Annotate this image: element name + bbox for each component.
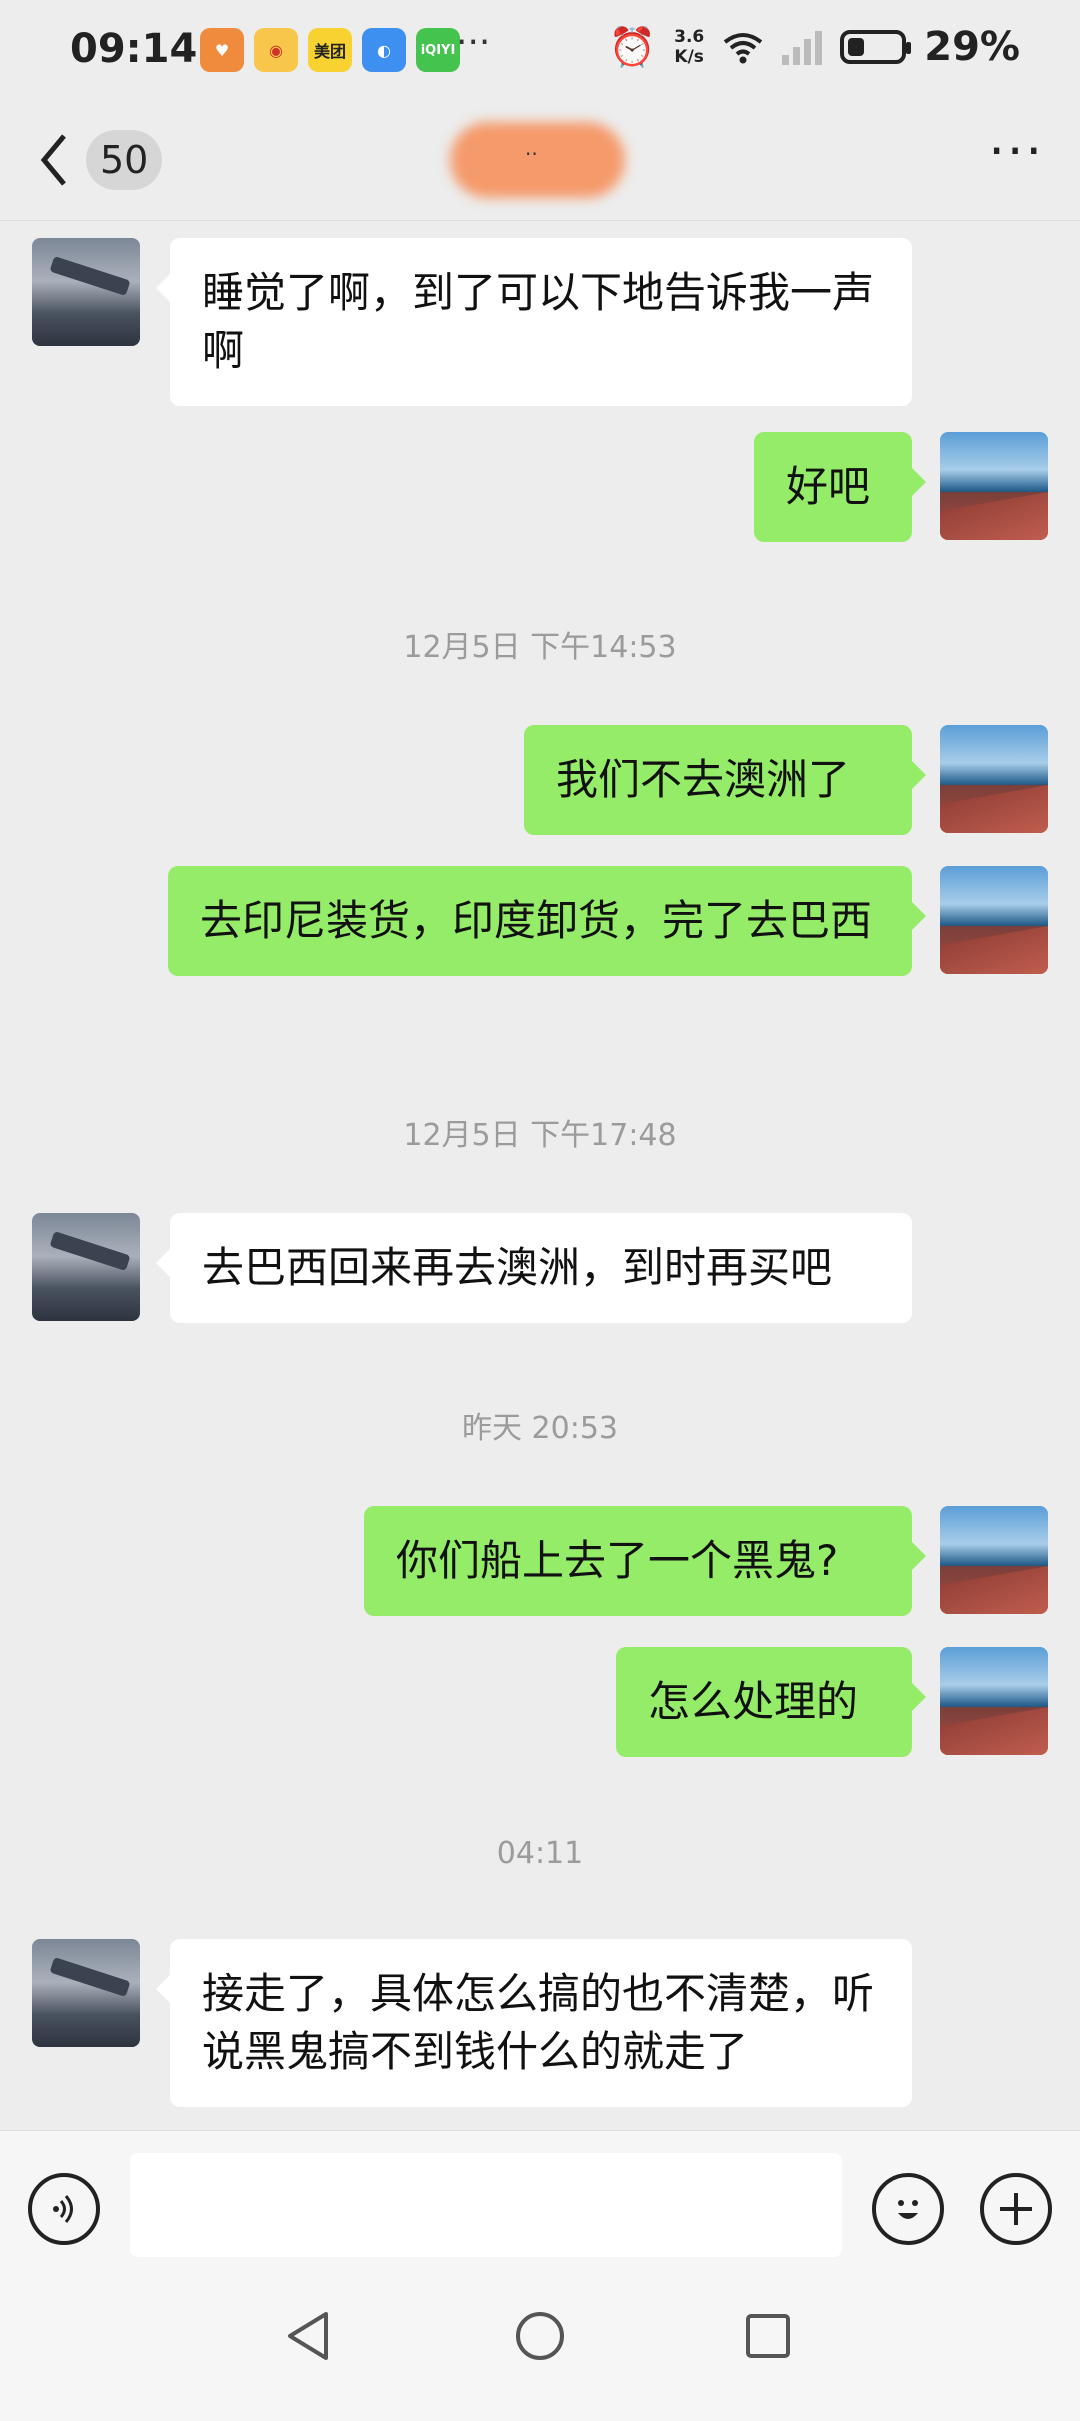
network-speed-unit: K/s — [674, 47, 704, 67]
contact-avatar[interactable] — [32, 238, 140, 346]
more-menu-icon[interactable]: ··· — [988, 122, 1044, 182]
weibo-icon: ◉ — [254, 28, 298, 72]
chat-timestamp: 12月5日 下午17:48 — [403, 1118, 677, 1153]
iqiyi-icon: iQIYI — [416, 28, 460, 72]
my-avatar[interactable] — [940, 1506, 1048, 1614]
browser-icon: ◐ — [362, 28, 406, 72]
network-speed: 3.6 K/s — [674, 27, 704, 67]
system-nav-bar — [0, 2270, 1080, 2400]
status-time: 09:14 — [70, 26, 198, 72]
chat-timestamp: 04:11 — [496, 1836, 584, 1871]
message-input[interactable] — [130, 2153, 842, 2257]
heart-app-icon: ♥ — [200, 28, 244, 72]
chat-timestamp: 昨天 20:53 — [462, 1411, 618, 1446]
message-bubble-received[interactable]: 睡觉了啊，到了可以下地告诉我一声啊 — [156, 238, 912, 406]
emoji-icon[interactable] — [872, 2173, 944, 2245]
my-avatar[interactable] — [940, 1647, 1048, 1755]
battery-percent: 29% — [924, 24, 1020, 70]
meituan-icon: 美团 — [308, 28, 352, 72]
unread-count-badge[interactable]: 50 — [86, 130, 163, 190]
message-bubble-received[interactable]: 去巴西回来再去澳洲，到时再买吧 — [156, 1213, 912, 1323]
my-avatar[interactable] — [940, 725, 1048, 833]
contact-avatar[interactable] — [32, 1213, 140, 1321]
my-avatar[interactable] — [940, 432, 1048, 540]
message-bubble-sent[interactable]: 我们不去澳洲了 — [524, 725, 926, 835]
signal-icon — [782, 29, 823, 65]
contact-avatar[interactable] — [32, 1939, 140, 2047]
message-bubble-sent[interactable]: 怎么处理的 — [616, 1647, 926, 1757]
nav-back-icon[interactable] — [284, 2310, 332, 2366]
alarm-icon: ⏰ — [608, 24, 657, 69]
chat-timestamp: 12月5日 下午14:53 — [403, 630, 677, 665]
add-attachment-icon[interactable] — [980, 2173, 1052, 2245]
wifi-icon — [724, 33, 763, 64]
message-bubble-received[interactable]: 接走了，具体怎么搞的也不清楚，听说黑鬼搞不到钱什么的就走了 — [156, 1939, 912, 2107]
chat-header: 50 ·· ··· — [0, 100, 1080, 221]
contact-name: ·· — [525, 142, 538, 166]
nav-recent-apps-icon[interactable] — [744, 2312, 792, 2364]
message-bubble-sent[interactable]: 好吧 — [754, 432, 926, 542]
nav-home-icon[interactable] — [514, 2310, 566, 2366]
message-bubble-sent[interactable]: 你们船上去了一个黑鬼? — [364, 1506, 926, 1616]
battery-icon — [840, 30, 912, 64]
status-right: ⏰ 3.6 K/s 29% — [609, 24, 1020, 70]
more-notifications-icon: ··· — [456, 22, 491, 63]
back-arrow-icon[interactable] — [38, 132, 68, 198]
network-speed-value: 3.6 — [674, 27, 705, 47]
notification-app-icons: ♥ ◉ 美团 ◐ iQIYI — [200, 28, 460, 72]
message-bubble-sent[interactable]: 去印尼装货，印度卸货，完了去巴西 — [168, 866, 926, 976]
my-avatar[interactable] — [940, 866, 1048, 974]
status-bar: 09:14 ♥ ◉ 美团 ◐ iQIYI ··· ⏰ 3.6 K/s 29% — [0, 0, 1080, 100]
voice-input-icon[interactable] — [28, 2173, 100, 2245]
